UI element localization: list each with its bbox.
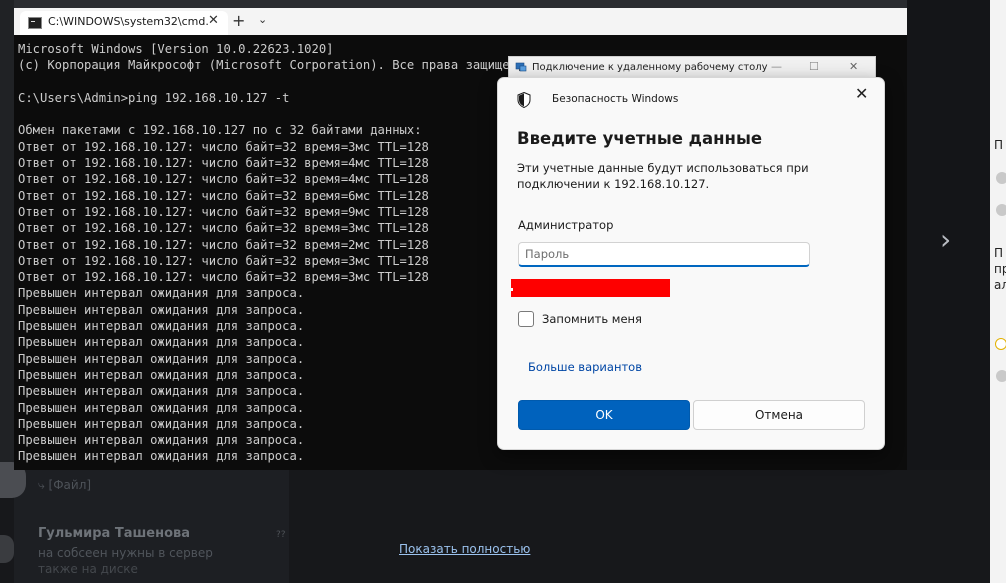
console-output[interactable]: Microsoft Windows [Version 10.0.22623.10… — [18, 41, 532, 465]
dialog-caption: Безопасность Windows — [552, 93, 679, 105]
message-timestamp: ?? — [276, 530, 286, 540]
dialog-heading: Введите учетные данные — [517, 129, 763, 148]
password-field[interactable] — [518, 242, 810, 267]
console-icon — [28, 17, 42, 29]
console-line: Превышен интервал ожидания для запроса. — [18, 367, 305, 382]
remote-desktop-icon — [515, 62, 527, 72]
maximize-button[interactable]: ☐ — [809, 60, 819, 73]
terminal-tab-bar: C:\WINDOWS\system32\cmd. ✕ + ⌄ — [14, 8, 907, 35]
console-line: C:\Users\Admin>ping 192.168.10.127 -t — [18, 90, 290, 105]
username-label: Администратор — [518, 218, 614, 232]
right-panel-letter: пр — [994, 262, 1006, 276]
console-line: Ответ от 192.168.10.127: число байт=32 в… — [18, 172, 429, 187]
background-top-strip — [0, 0, 1006, 8]
right-panel-avatar — [996, 370, 1006, 382]
credentials-dialog: Безопасность Windows ✕ Введите учетные д… — [497, 77, 885, 450]
console-line: Microsoft Windows [Version 10.0.22623.10… — [18, 42, 334, 56]
console-line: Превышен интервал ожидания для запроса. — [18, 433, 305, 448]
console-line: Ответ от 192.168.10.127: число байт=32 в… — [18, 221, 429, 236]
right-panel-avatar — [996, 204, 1006, 216]
redaction-bar — [511, 279, 670, 297]
show-full-link[interactable]: Показать полностью — [399, 542, 530, 556]
background-right-panel: П П пр ал — [990, 0, 1006, 583]
tab-title: C:\WINDOWS\system32\cmd. — [48, 15, 209, 28]
console-line: Ответ от 192.168.10.127: число байт=32 в… — [18, 139, 429, 154]
file-attachment-label: ⤷ [Файл] — [38, 478, 92, 492]
right-panel-avatar — [996, 172, 1006, 184]
console-line: Обмен пакетами с 192.168.10.127 по с 32 … — [18, 123, 422, 138]
console-line: Ответ от 192.168.10.127: число байт=32 в… — [18, 156, 429, 171]
dialog-description: Эти учетные данные будут использоваться … — [517, 161, 809, 191]
right-panel-letter: П — [994, 138, 1004, 152]
remote-desktop-title: Подключение к удаленному рабочему столу — [532, 62, 768, 73]
shield-icon — [517, 92, 531, 108]
right-panel-letter: П — [994, 246, 1004, 260]
cancel-button[interactable]: Отмена — [693, 400, 865, 430]
contact-name: Гульмира Ташенова — [38, 526, 191, 541]
avatar — [0, 535, 14, 563]
chevron-right-icon[interactable]: › — [940, 226, 951, 254]
console-line: Ответ от 192.168.10.127: число байт=32 в… — [18, 253, 429, 268]
console-line: Превышен интервал ожидания для запроса. — [18, 384, 305, 399]
console-line: Превышен интервал ожидания для запроса. — [18, 351, 305, 366]
console-line: Ответ от 192.168.10.127: число байт=32 в… — [18, 237, 429, 252]
close-button[interactable]: ✕ — [849, 60, 858, 73]
console-line: Ответ от 192.168.10.127: число байт=32 в… — [18, 270, 429, 285]
console-line: Превышен интервал ожидания для запроса. — [18, 319, 305, 334]
console-line: Превышен интервал ожидания для запроса. — [18, 416, 305, 431]
console-line: Превышен интервал ожидания для запроса. — [18, 286, 305, 301]
new-tab-button[interactable]: + — [232, 11, 245, 30]
remember-me-checkbox[interactable] — [518, 311, 534, 327]
message-snippet: также на диске — [38, 562, 138, 576]
console-line: (c) Корпорация Майкрософт (Microsoft Cor… — [18, 58, 532, 73]
close-icon[interactable]: ✕ — [855, 84, 868, 103]
console-line: Ответ от 192.168.10.127: число байт=32 в… — [18, 188, 429, 203]
console-line: Превышен интервал ожидания для запроса. — [18, 335, 305, 350]
console-line: Превышен интервал ожидания для запроса. — [18, 449, 305, 464]
chevron-down-icon[interactable]: ⌄ — [258, 13, 267, 26]
console-line: Ответ от 192.168.10.127: число байт=32 в… — [18, 204, 429, 219]
ok-button[interactable]: OK — [518, 400, 690, 430]
console-line: Превышен интервал ожидания для запроса. — [18, 302, 305, 317]
message-snippet: на собсеен нужны в сервер — [38, 546, 213, 560]
right-panel-badge — [995, 338, 1006, 350]
close-tab-icon[interactable]: ✕ — [208, 13, 219, 28]
redaction-mark — [511, 288, 513, 291]
remember-me-label[interactable]: Запомнить меня — [542, 312, 642, 326]
more-options-link[interactable]: Больше вариантов — [528, 360, 642, 374]
minimize-button[interactable]: — — [771, 60, 782, 73]
right-panel-letter: ал — [994, 278, 1006, 292]
console-line: Превышен интервал ожидания для запроса. — [18, 400, 305, 415]
terminal-tab[interactable]: C:\WINDOWS\system32\cmd. ✕ — [20, 11, 228, 35]
